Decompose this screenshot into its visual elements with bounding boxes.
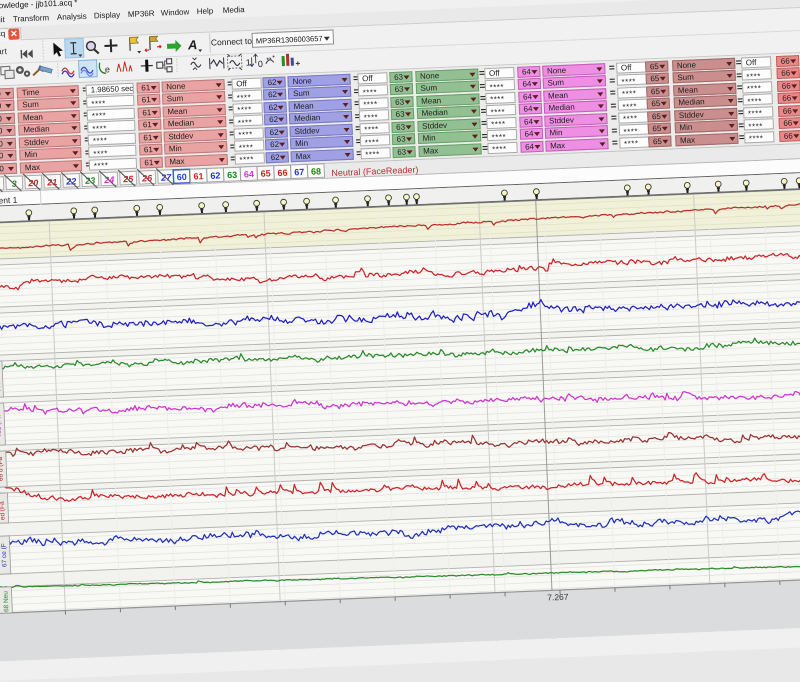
svg-text:e: e [105,64,110,74]
svg-text:63: 63 [227,170,237,180]
svg-text:0: 0 [258,59,263,69]
svg-text:60: 60 [177,172,187,182]
svg-text:A: A [187,37,198,52]
svg-text:61: 61 [193,171,203,181]
svg-text:68 Neu: 68 Neu [2,590,10,612]
svg-text:67 ce (F: 67 ce (F [0,543,8,567]
svg-text:66: 66 [277,168,287,178]
svg-text:68: 68 [311,166,321,176]
svg-text:65: 65 [260,169,270,179]
svg-text:67: 67 [294,167,304,177]
svg-text:1: 1 [246,58,251,68]
svg-text:ed (Fa: ed (Fa [0,500,7,519]
svg-text:62: 62 [210,171,220,181]
svg-text:7.267: 7.267 [547,591,569,602]
svg-text:64: 64 [244,169,254,179]
